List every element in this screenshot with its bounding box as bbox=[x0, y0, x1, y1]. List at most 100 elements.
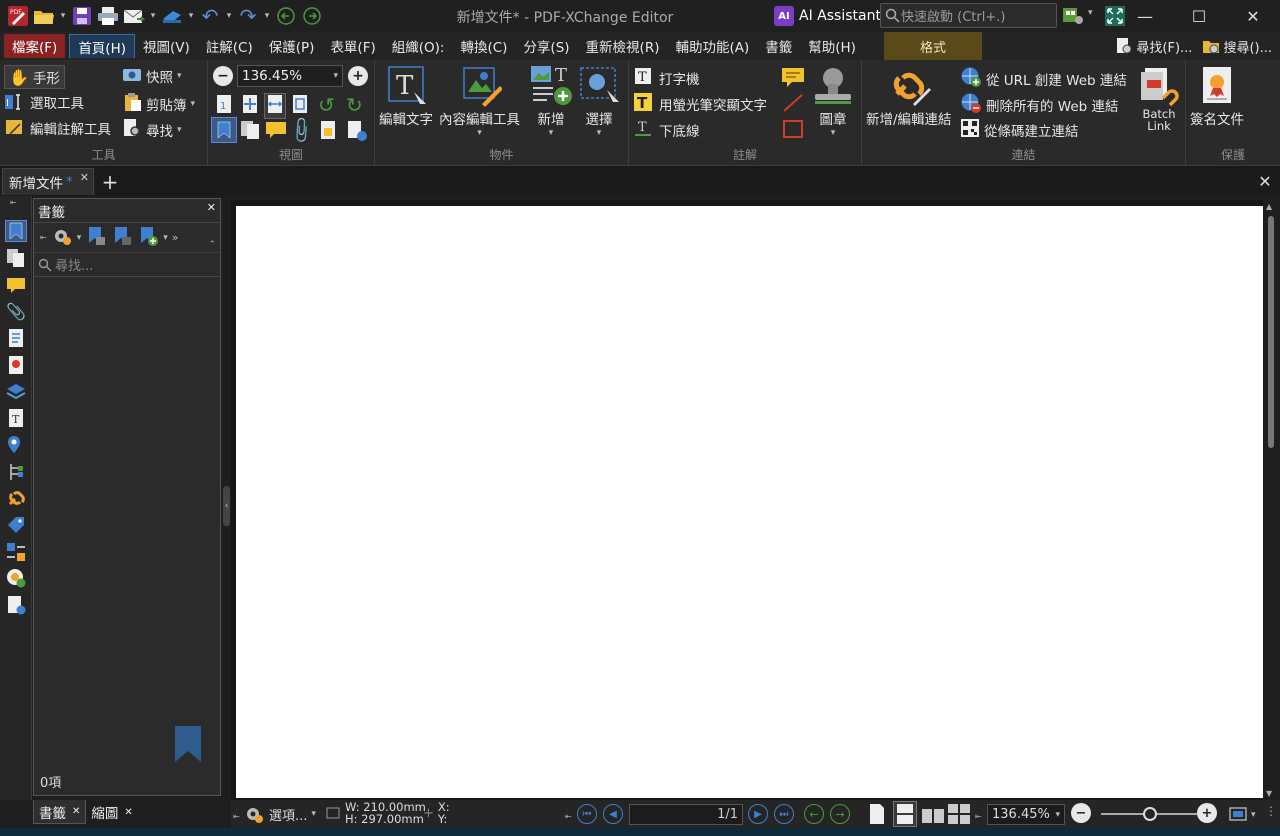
document-view[interactable]: ▲ ▼ bbox=[231, 200, 1280, 800]
next-page-icon[interactable]: ▶ bbox=[748, 804, 768, 824]
redo-icon[interactable]: ↷ bbox=[236, 4, 260, 28]
chevron-down-icon[interactable]: ▾ bbox=[148, 4, 158, 28]
print-icon[interactable] bbox=[96, 4, 120, 28]
collapse-toolbar-icon[interactable]: ⌃ bbox=[208, 240, 216, 250]
content-edit-button[interactable]: 內容編輯工具 ▾ bbox=[439, 64, 520, 138]
more-icon[interactable]: » bbox=[172, 231, 179, 244]
document-tab[interactable]: 新增文件 * ✕ bbox=[2, 168, 94, 195]
status-zoom-select[interactable]: 136.45% ▾ bbox=[987, 804, 1065, 825]
layers-tab-icon[interactable] bbox=[5, 381, 27, 403]
zoom-select[interactable]: 136.45% ▾ bbox=[237, 65, 343, 87]
chevron-down-icon[interactable]: ▾ bbox=[262, 4, 272, 28]
rotate-left-icon[interactable]: ↺ bbox=[318, 93, 335, 117]
doc-info-tab-icon[interactable] bbox=[5, 594, 27, 616]
destinations-tab-icon[interactable] bbox=[5, 327, 27, 349]
attachments-pane-icon[interactable]: 📎 bbox=[286, 115, 317, 146]
compare-tab-icon[interactable] bbox=[5, 541, 27, 563]
thumbnails-tab-icon[interactable] bbox=[5, 247, 27, 269]
bookmark-expand-icon[interactable] bbox=[85, 225, 107, 251]
menu-bookmarks[interactable]: 書籤 bbox=[757, 34, 800, 58]
search-button[interactable]: 搜尋()... bbox=[1202, 34, 1272, 58]
bookmarks-tab-icon[interactable] bbox=[5, 220, 27, 242]
tab-thumbnails[interactable]: 縮圖 ✕ bbox=[86, 800, 137, 824]
content-tab-icon[interactable]: T bbox=[5, 407, 27, 429]
typewriter-button[interactable]: T 打字機 bbox=[633, 66, 700, 90]
barcode-link-button[interactable]: 從條碼建立連結 bbox=[960, 118, 1079, 142]
line-icon[interactable] bbox=[781, 92, 805, 118]
page-number-input[interactable]: 1/1 bbox=[629, 804, 743, 825]
create-web-link-button[interactable]: 從 URL 創建 Web 連結 bbox=[960, 66, 1127, 92]
chevron-down-icon[interactable]: ▾ bbox=[224, 4, 234, 28]
chevron-down-icon[interactable]: ▾ bbox=[186, 4, 196, 28]
chevron-down-icon[interactable]: ▾ bbox=[1251, 810, 1256, 820]
add-bookmark-icon[interactable] bbox=[137, 225, 159, 251]
open-folder-icon[interactable] bbox=[32, 4, 56, 28]
zoom-in-icon[interactable]: + bbox=[348, 66, 368, 86]
collapse-icon[interactable]: ⇤ bbox=[233, 812, 240, 821]
highlight-button[interactable]: T 用螢光筆突顯文字 bbox=[633, 92, 767, 116]
rectangle-icon[interactable] bbox=[781, 118, 805, 144]
collapse-arrow-icon[interactable]: ‹ bbox=[223, 486, 230, 526]
chevron-down-icon[interactable]: ▾ bbox=[1088, 8, 1093, 18]
quick-launch-input[interactable]: 快速啟動 (Ctrl+.) bbox=[880, 3, 1057, 28]
menu-convert[interactable]: 轉換(C) bbox=[452, 34, 515, 58]
add-edit-link-button[interactable]: 新增/編輯連結 bbox=[866, 64, 952, 128]
add-object-button[interactable]: T 新增 ▾ bbox=[529, 64, 573, 138]
bookmarks-pane-icon[interactable] bbox=[211, 117, 237, 143]
document-settings-icon[interactable] bbox=[346, 120, 368, 146]
zoom-in-icon[interactable]: + bbox=[1197, 803, 1217, 823]
scroll-down-icon[interactable]: ▼ bbox=[1266, 789, 1272, 798]
chevron-down-icon[interactable]: ▾ bbox=[163, 233, 168, 243]
maximize-icon[interactable]: ☐ bbox=[1172, 0, 1226, 32]
previous-view-icon[interactable]: ← bbox=[804, 804, 824, 824]
menu-help[interactable]: 幫助(H) bbox=[800, 34, 864, 58]
screen-mode-icon[interactable] bbox=[1229, 805, 1249, 823]
bookmark-collapse-icon[interactable] bbox=[111, 225, 133, 251]
hand-tool-button[interactable]: ✋ 手形 bbox=[4, 65, 65, 89]
bookmark-search-input[interactable]: 尋找... bbox=[34, 253, 220, 277]
back-icon[interactable] bbox=[274, 4, 298, 28]
menu-review[interactable]: 重新檢視(R) bbox=[578, 34, 668, 58]
close-document-icon[interactable]: ✕ bbox=[1254, 170, 1276, 192]
scanner-icon[interactable] bbox=[160, 4, 184, 28]
select-object-button[interactable]: 選擇 ▾ bbox=[577, 64, 621, 138]
signatures-tab-icon[interactable] bbox=[5, 354, 27, 376]
grip-icon[interactable]: ⋮ bbox=[1265, 804, 1277, 818]
ui-options-icon[interactable] bbox=[1062, 5, 1084, 31]
snapshot-button[interactable]: 快照 ▾ bbox=[122, 66, 182, 86]
collapse-icon[interactable]: ⇤ bbox=[10, 198, 17, 207]
verify-tab-icon[interactable] bbox=[5, 567, 27, 589]
undo-icon[interactable]: ↶ bbox=[198, 4, 222, 28]
first-page-icon[interactable]: ⏮ bbox=[577, 804, 597, 824]
forward-icon[interactable] bbox=[300, 4, 324, 28]
close-icon[interactable]: ✕ bbox=[72, 806, 80, 817]
vertical-scrollbar[interactable]: ▲ ▼ bbox=[1263, 200, 1280, 800]
edit-text-button[interactable]: T 編輯文字 bbox=[379, 64, 433, 128]
menu-home[interactable]: 首頁(H) bbox=[69, 34, 135, 58]
collapse-icon[interactable]: ⇤ bbox=[40, 233, 47, 242]
sticky-note-icon[interactable] bbox=[781, 66, 805, 92]
structure-tab-icon[interactable] bbox=[5, 461, 27, 483]
links-tab-icon[interactable] bbox=[5, 487, 27, 509]
sign-document-button[interactable]: 簽名文件 bbox=[1190, 64, 1244, 128]
continuous-page-icon[interactable] bbox=[893, 801, 917, 827]
tags-tab-icon[interactable] bbox=[5, 514, 27, 536]
menu-file[interactable]: 檔案(F) bbox=[4, 34, 66, 58]
email-icon[interactable] bbox=[122, 4, 146, 28]
minimize-icon[interactable]: — bbox=[1118, 0, 1172, 32]
menu-protect[interactable]: 保護(P) bbox=[261, 34, 323, 58]
menu-accessibility[interactable]: 輔助功能(A) bbox=[667, 34, 757, 58]
bookmark-options-icon[interactable] bbox=[51, 225, 73, 251]
scrollbar-thumb[interactable] bbox=[1268, 216, 1274, 448]
fit-page-icon[interactable] bbox=[240, 94, 260, 118]
collapse-icon[interactable]: ⇤ bbox=[565, 812, 572, 821]
menu-form[interactable]: 表單(F) bbox=[322, 34, 383, 58]
previous-page-icon[interactable]: ◀ bbox=[603, 804, 623, 824]
facing-pages-icon[interactable] bbox=[921, 803, 945, 825]
attachments-tab-icon[interactable]: 📎 bbox=[5, 300, 27, 322]
pages-pane-icon[interactable] bbox=[240, 120, 262, 144]
new-tab-icon[interactable]: + bbox=[98, 170, 122, 194]
last-page-icon[interactable]: ⏭ bbox=[774, 804, 794, 824]
underline-button[interactable]: T 下底線 bbox=[633, 118, 700, 142]
document-page[interactable] bbox=[236, 206, 1263, 798]
